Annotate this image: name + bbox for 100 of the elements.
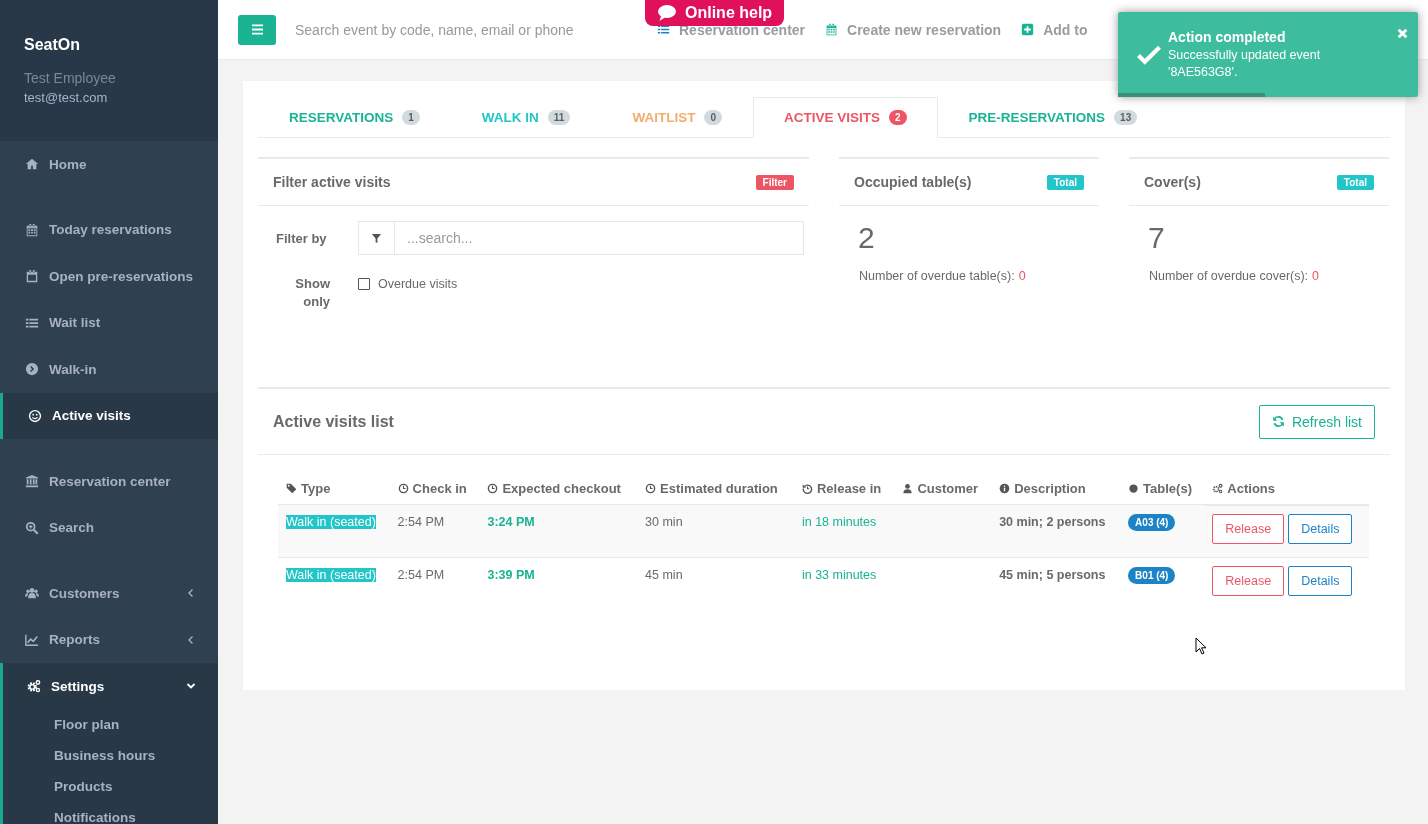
total-badge: Total xyxy=(1336,174,1374,190)
clock-icon xyxy=(645,483,657,495)
tab[interactable]: PRE-RESERVATIONS 13 xyxy=(937,97,1169,138)
table-cell: 2:54 PM xyxy=(397,567,445,582)
release-button[interactable]: Release xyxy=(1212,566,1285,597)
sidebar-item[interactable]: Search xyxy=(0,504,218,551)
overdue-count: 0 xyxy=(1018,269,1026,283)
sidebar-subitem[interactable]: Floor plan xyxy=(3,709,218,741)
details-button[interactable]: Details xyxy=(1288,514,1353,545)
toast-message: Successfully updated event '8AE563G8'. xyxy=(1168,47,1322,81)
column-header: Table(s) xyxy=(1120,472,1205,505)
column-header: Check in xyxy=(389,472,480,505)
column-header: Type xyxy=(278,472,390,505)
user-name: Test Employee xyxy=(24,70,117,86)
sidebar-item[interactable]: Walk-in xyxy=(0,346,218,393)
bank-icon xyxy=(25,474,39,489)
brand-name: SeatOn xyxy=(24,36,81,54)
history-icon xyxy=(801,483,813,495)
circle-icon xyxy=(1128,483,1140,495)
tab[interactable]: RESERVATIONS 1 xyxy=(258,97,451,138)
table-cell: 3:24 PM xyxy=(487,515,535,530)
panel-title: Cover(s) xyxy=(1144,174,1201,190)
checkbox[interactable] xyxy=(358,278,370,290)
gears-icon xyxy=(1212,483,1224,495)
refresh-button[interactable]: Refresh list xyxy=(1258,404,1375,439)
count-badge: 13 xyxy=(1114,110,1138,125)
users-icon xyxy=(25,586,39,601)
search-icon xyxy=(25,520,39,535)
info-icon xyxy=(999,483,1011,495)
filter-search-field[interactable]: ...search... xyxy=(395,221,804,255)
table-cell: in 18 minutes xyxy=(801,515,877,530)
tab[interactable]: ACTIVE VISITS 2 xyxy=(753,97,938,138)
sidebar-item[interactable]: Today reservations xyxy=(0,206,218,253)
toast-title: Action completed xyxy=(1168,29,1287,45)
column-header: Customer xyxy=(894,472,992,505)
user-icon xyxy=(902,483,914,495)
refresh-icon xyxy=(1271,415,1285,428)
table-cell: 45 min; 5 persons xyxy=(999,567,1106,582)
table-badge: A03 (4) xyxy=(1128,514,1176,532)
panel-title: Filter active visits xyxy=(273,174,391,190)
release-button[interactable]: Release xyxy=(1212,514,1285,545)
field-label: Show only xyxy=(294,275,330,311)
line-chart-icon xyxy=(25,632,39,647)
sidebar-item[interactable]: Customers xyxy=(0,570,218,617)
play-circle-icon xyxy=(25,362,39,377)
home-icon xyxy=(25,157,39,172)
table-cell: 30 min; 2 persons xyxy=(999,515,1106,530)
sidebar-subitem[interactable]: Notifications xyxy=(3,802,218,824)
sidebar-item[interactable]: Reservation center xyxy=(0,458,218,505)
count-badge: 1 xyxy=(402,110,420,125)
filter-badge: Filter xyxy=(755,174,794,190)
column-header: Expected checkout xyxy=(479,472,638,505)
table-cell: 3:39 PM xyxy=(487,567,535,582)
stat-value: 7 xyxy=(1147,220,1166,255)
header-link[interactable]: Create new reservation xyxy=(825,21,1002,38)
sidebar-item[interactable]: Settings xyxy=(3,663,218,710)
menu-button[interactable] xyxy=(238,14,276,45)
header-link[interactable]: Add to xyxy=(1021,21,1088,38)
total-badge: Total xyxy=(1046,174,1084,190)
section-title: Active visits list xyxy=(273,412,394,431)
menu-icon xyxy=(250,24,264,35)
sidebar-item[interactable]: Open pre-reservations xyxy=(0,253,218,300)
column-header: Actions xyxy=(1204,472,1369,505)
chevron-left-icon xyxy=(186,634,196,645)
stat-note: Number of overdue table(s): xyxy=(859,269,1015,283)
speech-bubble-icon xyxy=(657,4,677,22)
count-badge: 11 xyxy=(547,110,571,125)
checkmark-icon xyxy=(1136,44,1162,65)
field-label: Filter by xyxy=(276,230,328,246)
calendar-icon xyxy=(25,222,39,237)
sidebar-item[interactable]: Active visits xyxy=(0,392,218,439)
close-button[interactable] xyxy=(1397,28,1408,39)
plus-square-icon xyxy=(1021,23,1035,36)
sidebar-subitem[interactable]: Products xyxy=(3,771,218,803)
tab[interactable]: WAITLIST 0 xyxy=(601,97,753,138)
filter-icon xyxy=(371,232,382,244)
sidebar-item[interactable]: Home xyxy=(0,141,218,188)
count-badge: 2 xyxy=(889,110,907,125)
online-help-button[interactable]: Online help xyxy=(645,0,785,26)
user-email: test@test.com xyxy=(24,90,109,105)
calendar-icon xyxy=(25,269,39,284)
smiley-icon xyxy=(28,408,42,423)
table-cell: in 33 minutes xyxy=(801,567,877,582)
details-button[interactable]: Details xyxy=(1288,566,1353,597)
tab[interactable]: WALK IN 11 xyxy=(450,97,602,138)
search-field[interactable]: Search event by code, name, email or phone xyxy=(293,20,633,39)
sidebar-item[interactable]: Wait list xyxy=(0,299,218,346)
sidebar-item[interactable]: Reports xyxy=(0,616,218,663)
sidebar-subitem[interactable]: Business hours xyxy=(3,740,218,772)
table-cell: 45 min xyxy=(645,567,683,582)
column-header: Estimated duration xyxy=(637,472,794,505)
table-cell: 2:54 PM xyxy=(397,515,445,530)
chevron-left-icon xyxy=(186,588,196,599)
column-header: Release in xyxy=(793,472,895,505)
type-label: Walk in (seated) xyxy=(286,515,376,530)
stat-value: 2 xyxy=(857,220,876,255)
count-badge: 0 xyxy=(704,110,722,125)
type-label: Walk in (seated) xyxy=(286,567,376,582)
checkbox-label: Overdue visits xyxy=(378,277,458,291)
stat-note: Number of overdue cover(s): xyxy=(1149,269,1309,283)
